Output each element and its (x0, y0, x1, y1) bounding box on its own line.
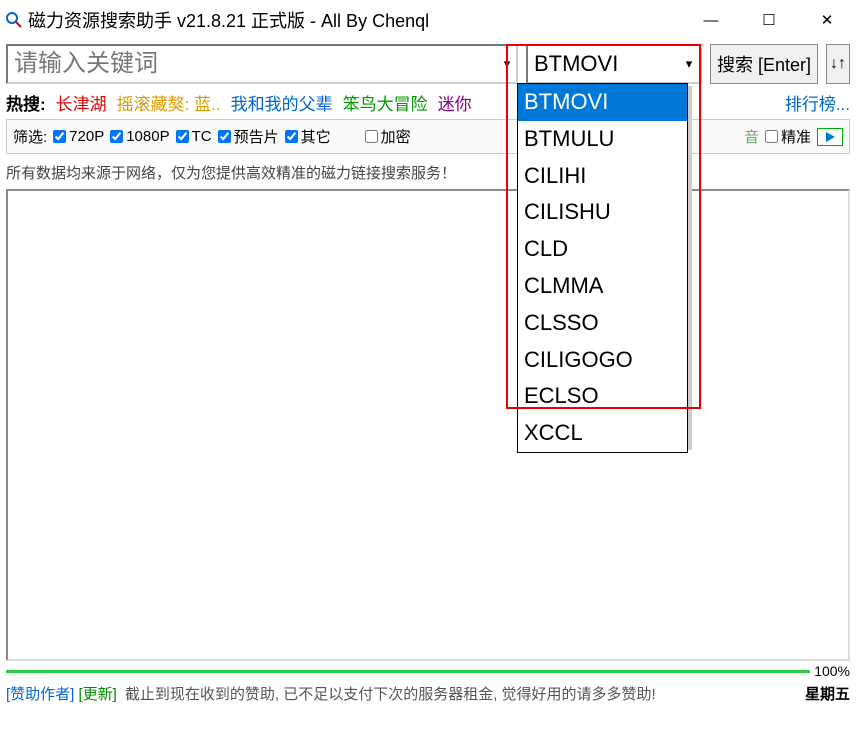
window-title: 磁力资源搜索助手 v21.8.21 正式版 - All By Chenql (28, 7, 682, 33)
source-option[interactable]: ECLSO (518, 378, 687, 415)
hot-keyword[interactable]: 摇滚藏獒: 蓝.. (117, 90, 221, 115)
filter-tc[interactable]: TC (176, 128, 212, 145)
source-selected: BTMOVI (528, 51, 678, 77)
partial-label: 音 (744, 126, 759, 147)
source-select[interactable]: BTMOVI ▾ (526, 44, 702, 84)
maximize-button[interactable]: ☐ (740, 0, 798, 40)
filter-1080p[interactable]: 1080P (110, 128, 169, 145)
footer-links: [赞助作者] [更新] (6, 683, 117, 704)
results-panel (6, 189, 850, 661)
source-option[interactable]: CLMMA (518, 268, 687, 305)
minimize-button[interactable]: — (682, 0, 740, 40)
filter-label: 筛选: (13, 126, 47, 147)
sponsor-link[interactable]: [赞助作者] (6, 686, 74, 703)
source-option[interactable]: CILIGOGO (518, 342, 687, 379)
source-dropdown-list[interactable]: BTMOVI BTMULU CILIHI CILISHU CLD CLMMA C… (517, 83, 688, 453)
source-option[interactable]: XCCL (518, 415, 687, 452)
search-input-container[interactable]: ▾ (6, 44, 518, 84)
filter-encrypted[interactable]: 加密 (365, 126, 411, 147)
search-button[interactable]: 搜索 [Enter] (710, 44, 818, 84)
source-option[interactable]: CLSSO (518, 305, 687, 342)
filter-trailer[interactable]: 预告片 (218, 126, 279, 147)
info-text: 所有数据均来源于网络，仅为您提供高效精准的磁力链接搜索服务！ (0, 154, 856, 187)
weekday: 星期五 (805, 683, 850, 704)
source-option[interactable]: CILISHU (518, 194, 687, 231)
source-option[interactable]: BTMOVI (518, 84, 687, 121)
ranking-link[interactable]: 排行榜... (785, 90, 850, 115)
progress-bar (6, 670, 810, 673)
hot-label: 热搜: (6, 90, 46, 115)
close-button[interactable]: ✕ (798, 0, 856, 40)
source-option[interactable]: CILIHI (518, 158, 687, 195)
app-icon (6, 12, 22, 28)
sort-button[interactable]: ↓↑ (826, 44, 850, 84)
source-option[interactable]: CLD (518, 231, 687, 268)
source-dropdown-icon[interactable]: ▾ (678, 46, 700, 82)
progress-text: 100% (814, 663, 850, 679)
hot-keyword[interactable]: 笨鸟大冒险 (343, 90, 428, 115)
filter-exact[interactable]: 精准 (765, 126, 811, 147)
dropdown-scrollbar[interactable] (688, 86, 692, 450)
source-option[interactable]: BTMULU (518, 121, 687, 158)
hot-keyword[interactable]: 我和我的父辈 (231, 90, 333, 115)
hot-keyword[interactable]: 长津湖 (56, 90, 107, 115)
footer-message: 截止到现在收到的赞助, 已不足以支付下次的服务器租金, 觉得好用的请多多赞助! (125, 683, 805, 704)
hot-keyword[interactable]: 迷你 (438, 90, 472, 115)
search-history-dropdown-icon[interactable]: ▾ (498, 56, 516, 72)
update-link[interactable]: [更新] (79, 686, 117, 703)
search-input[interactable] (8, 46, 498, 82)
filter-other[interactable]: 其它 (285, 126, 331, 147)
play-button[interactable] (817, 128, 843, 146)
filter-720p[interactable]: 720P (53, 128, 104, 145)
